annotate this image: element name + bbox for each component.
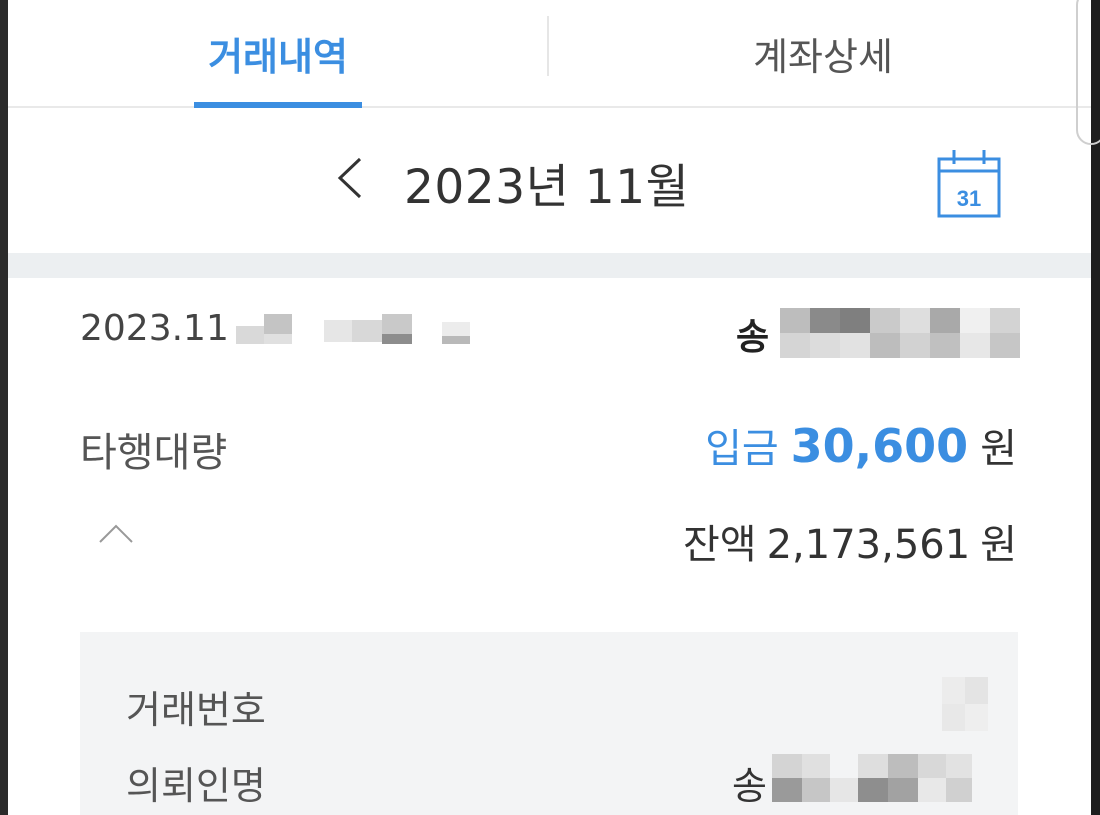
- sender-name: 송: [732, 764, 767, 808]
- chevron-up-icon: [99, 524, 133, 543]
- balance-line: 잔액 2,173,561 원: [683, 512, 1017, 570]
- calendar-button[interactable]: 31: [936, 148, 1002, 218]
- screen: 거래내역 계좌상세 2023년 11월 31 2023.11 송 타행대량 입금…: [8, 0, 1091, 815]
- deposit-amount-line: 입금 30,600 원: [705, 416, 1017, 474]
- tab-transactions[interactable]: 거래내역: [194, 0, 362, 108]
- month-title: 2023년 11월: [404, 160, 690, 215]
- balance-label: 잔액: [683, 522, 757, 568]
- transaction-number-label: 거래번호: [126, 688, 266, 732]
- balance-amount: 2,173,561: [766, 522, 971, 568]
- tab-account-details[interactable]: 계좌상세: [718, 0, 928, 106]
- transaction-details-panel: 거래번호 의뢰인명 송: [80, 632, 1018, 815]
- calendar-icon: 31: [937, 150, 1001, 218]
- calendar-day-number: 31: [957, 186, 981, 211]
- previous-month-button[interactable]: [330, 153, 370, 203]
- deposit-unit: 원: [980, 426, 1017, 472]
- deposit-label: 입금: [705, 426, 779, 472]
- tab-divider: [547, 16, 549, 76]
- counterparty-name: 송: [736, 317, 770, 358]
- transaction-date: 2023.11: [80, 308, 229, 349]
- sender-name-label: 의뢰인명: [126, 764, 266, 808]
- section-separator: [8, 253, 1091, 278]
- tab-bar: 거래내역 계좌상세: [8, 0, 1091, 108]
- balance-unit: 원: [980, 522, 1017, 568]
- month-navigation: 2023년 11월 31: [8, 108, 1091, 253]
- deposit-amount: 30,600: [790, 419, 969, 473]
- redacted-transaction-number: [942, 677, 988, 731]
- redacted-counterparty: [780, 308, 1020, 358]
- redacted-sender-name: [772, 754, 982, 802]
- redacted-date-time: [236, 312, 476, 348]
- chevron-left-icon: [337, 157, 362, 199]
- collapse-details-button[interactable]: [96, 518, 136, 548]
- scroll-indicator: [1076, 0, 1100, 145]
- transaction-type: 타행대량: [80, 430, 228, 476]
